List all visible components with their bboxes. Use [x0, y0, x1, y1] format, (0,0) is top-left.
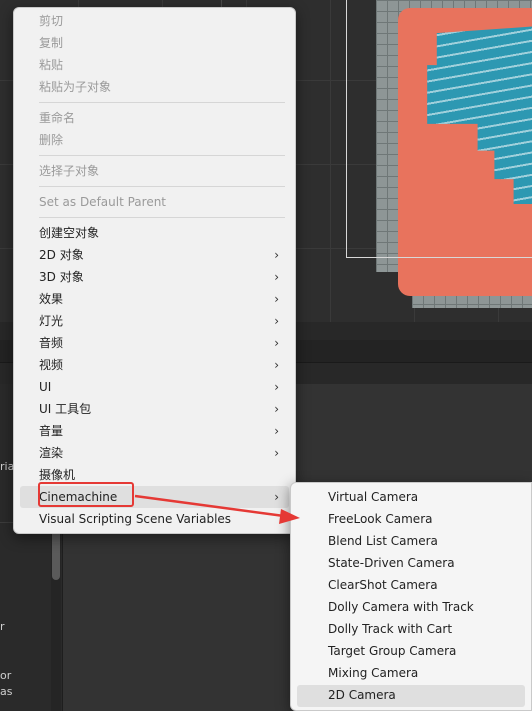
menu-item-copy[interactable]: 复制	[39, 32, 63, 54]
menu-item-ui[interactable]: UI	[39, 376, 51, 398]
submenu-item-dolly-track-with-cart[interactable]: Dolly Track with Cart	[328, 618, 452, 640]
chevron-right-icon: ›	[274, 314, 279, 328]
menu-separator	[39, 217, 285, 218]
submenu-item-dolly-camera-with-track[interactable]: Dolly Camera with Track	[328, 596, 474, 618]
menu-item-video[interactable]: 视频	[39, 354, 63, 376]
submenu-item-blend-list-camera[interactable]: Blend List Camera	[328, 530, 438, 552]
submenu-item-clearshot-camera[interactable]: ClearShot Camera	[328, 574, 438, 596]
chevron-right-icon: ›	[274, 292, 279, 306]
menu-item-set-default-parent[interactable]: Set as Default Parent	[39, 191, 166, 213]
menu-separator	[39, 186, 285, 187]
submenu-item-virtual-camera[interactable]: Virtual Camera	[328, 486, 418, 508]
menu-item-light[interactable]: 灯光	[39, 310, 63, 332]
menu-item-ui-toolkit[interactable]: UI 工具包	[39, 398, 91, 420]
menu-item-volume[interactable]: 音量	[39, 420, 63, 442]
partial-panel-label: or	[0, 669, 12, 682]
chevron-right-icon: ›	[274, 380, 279, 394]
submenu-item-freelook-camera[interactable]: FreeLook Camera	[328, 508, 432, 530]
menu-item-delete[interactable]: 删除	[39, 129, 63, 151]
menu-item-cut[interactable]: 剪切	[39, 10, 63, 32]
context-menu: 剪切 复制 粘贴 粘贴为子对象 重命名 删除 选择子对象 Set as Defa…	[13, 7, 296, 534]
menu-separator	[39, 155, 285, 156]
annotation-highlight-box	[38, 482, 134, 507]
menu-item-audio[interactable]: 音频	[39, 332, 63, 354]
chevron-right-icon: ›	[274, 270, 279, 284]
menu-item-rendering[interactable]: 渲染	[39, 442, 63, 464]
chevron-right-icon: ›	[274, 446, 279, 460]
menu-item-effects[interactable]: 效果	[39, 288, 63, 310]
submenu-item-mixing-camera[interactable]: Mixing Camera	[328, 662, 418, 684]
submenu-item-target-group-camera[interactable]: Target Group Camera	[328, 640, 456, 662]
camera-frame-outline	[346, 0, 532, 258]
partial-panel-label: as	[0, 685, 13, 698]
chevron-right-icon: ›	[274, 358, 279, 372]
chevron-right-icon: ›	[274, 402, 279, 416]
cinemachine-submenu: Virtual Camera FreeLook Camera Blend Lis…	[290, 482, 532, 711]
partial-panel-label: r	[0, 620, 5, 633]
chevron-right-icon: ›	[274, 336, 279, 350]
submenu-item-2d-camera[interactable]: 2D Camera	[328, 684, 396, 706]
menu-item-2d-object[interactable]: 2D 对象	[39, 244, 84, 266]
menu-item-paste-as-child[interactable]: 粘贴为子对象	[39, 76, 111, 98]
chevron-right-icon: ›	[274, 490, 279, 504]
menu-item-paste[interactable]: 粘贴	[39, 54, 63, 76]
chevron-right-icon: ›	[274, 248, 279, 262]
menu-item-3d-object[interactable]: 3D 对象	[39, 266, 84, 288]
chevron-right-icon: ›	[274, 424, 279, 438]
submenu-item-state-driven-camera[interactable]: State-Driven Camera	[328, 552, 455, 574]
menu-item-visual-scripting-scene-variables[interactable]: Visual Scripting Scene Variables	[39, 508, 231, 530]
menu-item-create-empty[interactable]: 创建空对象	[39, 222, 99, 244]
menu-item-select-children[interactable]: 选择子对象	[39, 160, 99, 182]
menu-separator	[39, 102, 285, 103]
menu-item-rename[interactable]: 重命名	[39, 107, 75, 129]
